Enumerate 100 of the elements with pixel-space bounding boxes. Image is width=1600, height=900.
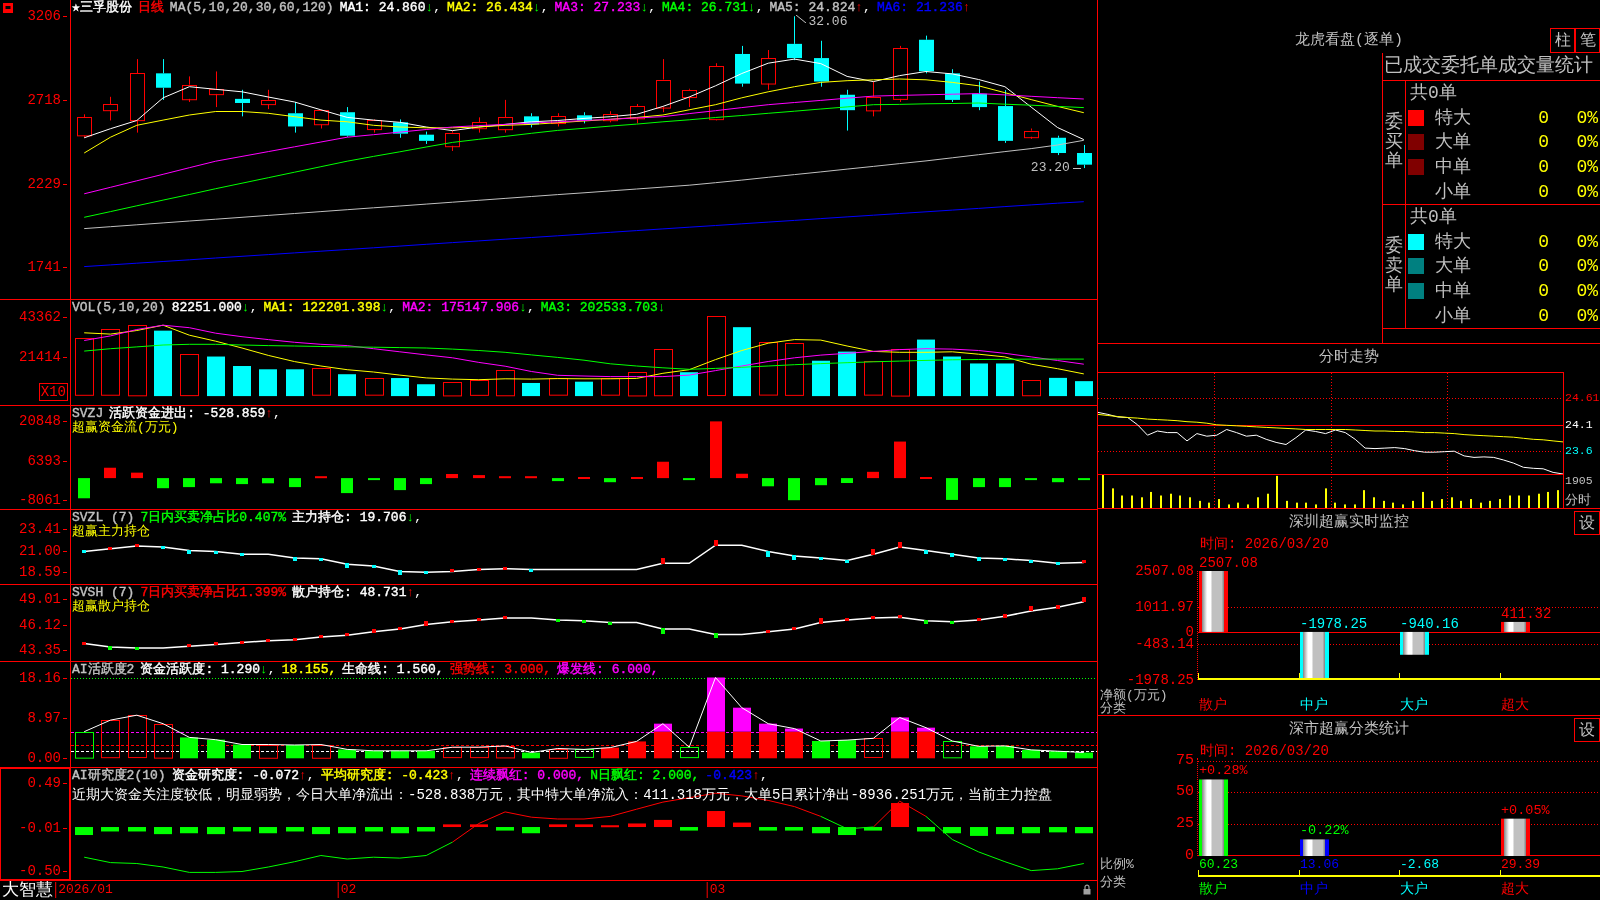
header-text: MA(5,10,20,30,60,120): [169, 1, 334, 15]
row-label: 小单: [1434, 180, 1471, 203]
header-text: 18.155,: [281, 663, 337, 677]
header-text: AI活跃度2: [72, 663, 135, 677]
view-button[interactable]: 笔: [1575, 28, 1600, 53]
candlestick: [709, 62, 724, 121]
candlestick: [524, 112, 539, 128]
header-text: 生命线: 1.560,: [342, 663, 444, 677]
count-text: 0: [1538, 280, 1549, 303]
header-text: MA1: 24.860: [339, 1, 426, 15]
total-text: 共0单: [1409, 205, 1457, 229]
axis-title: 分时: [1565, 493, 1591, 508]
count-text: 0: [1538, 131, 1549, 154]
separator-text: ,: [648, 1, 656, 15]
axis-label: 75: [1176, 753, 1194, 769]
separator-text: ,: [273, 407, 281, 421]
panel-title: 龙虎看盘(逐单): [1295, 32, 1403, 51]
trend-arrow: ↓: [640, 1, 649, 15]
square-icon: [3, 3, 13, 13]
axis-title: 分类: [1100, 702, 1126, 716]
group-label: 委买单: [1385, 112, 1403, 173]
trend-arrow: ↑: [448, 769, 456, 783]
axis-label: 0: [1185, 848, 1194, 864]
candlestick: [761, 49, 776, 91]
separator-text: ,: [540, 1, 549, 15]
header-text: 日线: [137, 1, 164, 15]
change-label: -0.22%: [1300, 823, 1349, 839]
category-label: 散户: [1199, 697, 1227, 713]
row-label: 中单: [1434, 280, 1471, 303]
percent-text: 0%: [1576, 255, 1598, 278]
separator-text: ,: [388, 301, 397, 315]
header-text: 资金活跃度: 1.290: [140, 663, 260, 677]
subtitle-text: 超赢主力持仓: [72, 525, 150, 539]
separator-text: ,: [759, 769, 768, 783]
trend-arrow: ↓: [380, 301, 389, 315]
settings-button[interactable]: 设: [1574, 718, 1600, 742]
change-label: +0.05%: [1501, 803, 1550, 819]
separator-text: ,: [433, 1, 442, 15]
header-text: SVZL (7): [72, 511, 135, 525]
value-label: -2.68: [1400, 857, 1439, 873]
candlestick: [103, 96, 118, 121]
row-label: 小单: [1434, 304, 1471, 327]
percent-text: 0%: [1576, 230, 1598, 253]
candlestick: [235, 89, 250, 117]
percent-text: 0%: [1576, 304, 1598, 327]
separator-text: ,: [249, 301, 258, 315]
value-label: -1978.25: [1300, 616, 1368, 632]
candlestick: [787, 15, 802, 61]
category-label: 大户: [1400, 697, 1428, 713]
header-text: 活跃资金进出: -528.859: [109, 407, 266, 421]
candlestick: [445, 130, 460, 152]
candlestick: [972, 81, 987, 111]
count-text: 0: [1538, 180, 1549, 203]
time-label: 时间: 2026/03/20: [1200, 744, 1329, 758]
trend-arrow: ↑: [855, 1, 864, 15]
header-text: MA5: 24.824: [769, 1, 856, 15]
subtitle-text: 超赢散户持仓: [72, 600, 150, 614]
separator-text: ,: [526, 301, 535, 315]
header-text: 主力持仓: 19.706: [292, 511, 407, 525]
separator-text: ,: [414, 586, 423, 600]
header-text: N日飘红: 2.000,: [590, 769, 700, 783]
header-text: MA4: 26.731: [662, 1, 748, 15]
value-label: 411.32: [1501, 606, 1552, 622]
candlestick: [603, 110, 618, 123]
row-label: 特大: [1434, 230, 1471, 253]
header-text: VOL(5,10,20): [72, 301, 166, 315]
count-text: 0: [1538, 106, 1549, 129]
axis-title: 分类: [1100, 876, 1126, 890]
category-label: 超大: [1501, 881, 1529, 897]
candlestick: [419, 131, 434, 145]
axis-label: 25: [1176, 816, 1194, 832]
date-label: 2026/01: [55, 882, 113, 898]
separator-text: ,: [306, 769, 315, 783]
axis-label: 24.1: [1565, 418, 1593, 432]
date-label: 03: [706, 882, 726, 898]
header-text: 爆发线: 6.000,: [557, 663, 659, 677]
settings-button[interactable]: 设: [1574, 511, 1600, 535]
count-text: 0: [1538, 230, 1549, 253]
axis-label: 23.6: [1565, 444, 1593, 458]
trend-arrow: ↓: [406, 511, 415, 525]
trend-arrow: ↑: [752, 769, 760, 783]
change-label: +0.28%: [1199, 763, 1248, 779]
candlestick: [77, 113, 92, 139]
candlestick: [577, 111, 592, 124]
axis-label: 1905: [1565, 474, 1593, 488]
view-button[interactable]: 柱: [1550, 28, 1575, 53]
separator-text: ,: [755, 1, 764, 15]
value-label: 13.06: [1300, 857, 1339, 873]
value-label: 29.39: [1501, 857, 1540, 873]
row-label: 大单: [1434, 131, 1471, 154]
candlestick: [1077, 144, 1092, 169]
percent-text: 0%: [1576, 156, 1598, 179]
candlestick: [1024, 128, 1039, 140]
candlestick: [551, 112, 566, 127]
candlestick: [393, 118, 408, 139]
candlestick: [314, 109, 329, 129]
header-text: 连续飘红: 0.000,: [469, 769, 585, 783]
trend-arrow: ↑: [265, 407, 274, 421]
percent-text: 0%: [1576, 280, 1598, 303]
candlestick: [209, 70, 224, 108]
